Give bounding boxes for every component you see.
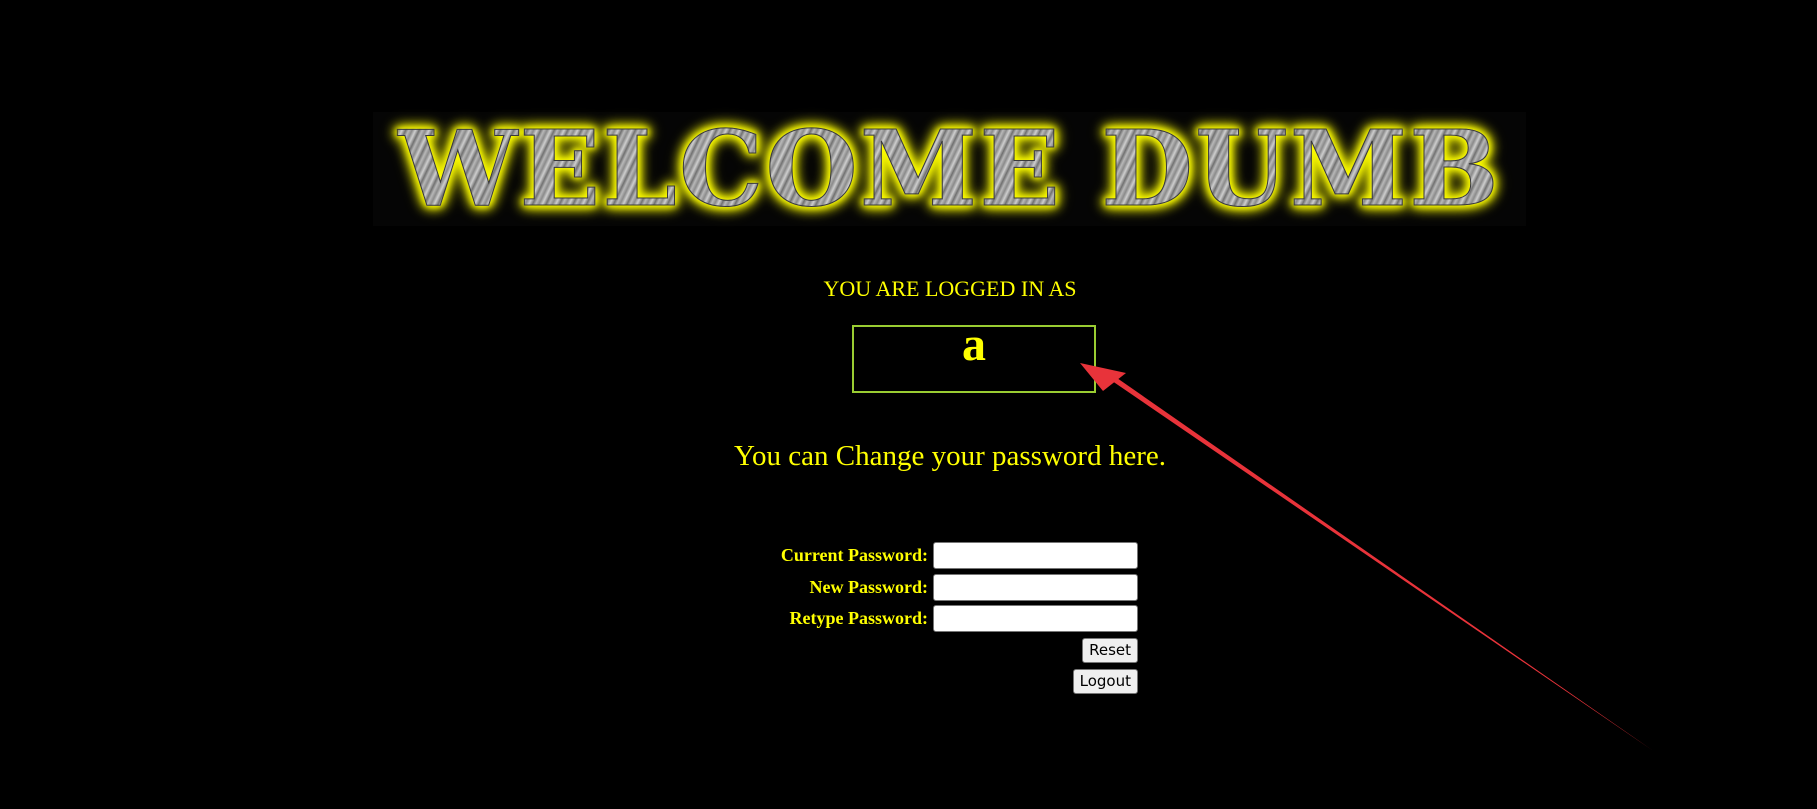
logout-button[interactable]: Logout bbox=[1072, 669, 1138, 695]
retype-password-input[interactable] bbox=[933, 605, 1138, 633]
reset-button[interactable]: Reset bbox=[1082, 637, 1138, 663]
retype-password-label: Retype Password: bbox=[789, 608, 928, 629]
current-password-label: Current Password: bbox=[780, 545, 928, 566]
username-box: a bbox=[852, 318, 1096, 393]
arrow-shaft bbox=[1099, 372, 1652, 750]
new-password-input[interactable] bbox=[933, 573, 1138, 601]
retype-password-row: Retype Password: bbox=[700, 603, 1138, 635]
welcome-banner: WELCOME DUMB bbox=[373, 112, 1526, 226]
change-password-form: Current Password: New Password: Retype P… bbox=[700, 540, 1138, 698]
logged-in-label: YOU ARE LOGGED IN AS bbox=[823, 276, 1077, 301]
current-password-row: Current Password: bbox=[700, 540, 1138, 572]
new-password-row: New Password: bbox=[700, 572, 1138, 604]
change-password-heading: You can Change your password here. bbox=[734, 440, 1166, 472]
username: a bbox=[962, 318, 986, 371]
reset-row: Reset bbox=[700, 635, 1138, 667]
banner-title: WELCOME DUMB bbox=[398, 107, 1501, 230]
logout-row: Logout bbox=[700, 666, 1138, 698]
current-password-input[interactable] bbox=[933, 542, 1138, 570]
new-password-label: New Password: bbox=[809, 576, 929, 597]
